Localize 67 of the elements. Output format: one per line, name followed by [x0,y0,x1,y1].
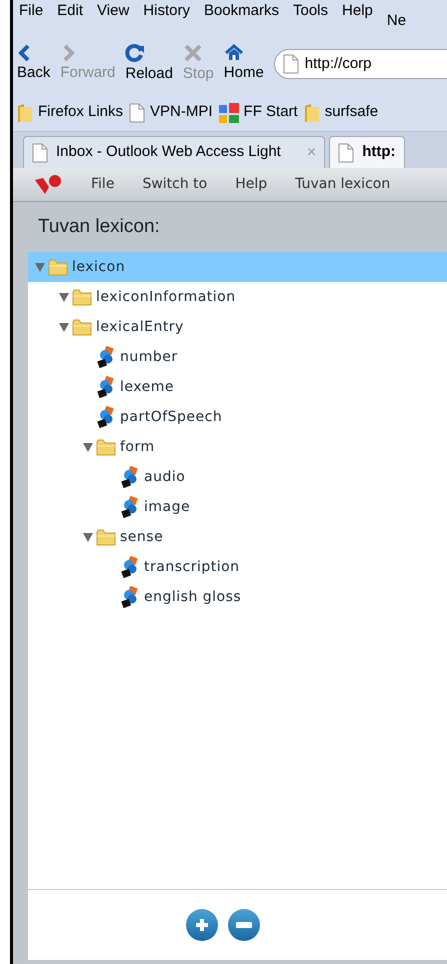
panel-title: Tuvan lexicon: [38,214,160,239]
menu-item[interactable]: History [143,0,190,22]
tree-item-label[interactable]: lexeme [120,376,174,398]
tree-item-label[interactable]: transcription [144,556,240,578]
home-icon [224,44,244,62]
minus-icon [236,922,252,928]
page-icon [282,54,299,74]
menu-item[interactable]: Help [342,0,373,22]
tree-item-label[interactable]: lexicalEntry [96,316,184,338]
element-icon [120,586,140,608]
folder-icon [304,102,320,122]
menu-title-fragment: Ne [386,11,406,31]
tree-item-label[interactable]: image [144,496,190,518]
page-icon [32,142,48,162]
tree-item-label[interactable]: lexicon [72,256,126,278]
remove-button[interactable] [228,909,260,941]
expand-triangle-icon[interactable] [34,261,46,273]
element-icon [96,406,116,428]
page-icon [129,102,146,122]
tree-item-label[interactable]: english gloss [144,586,242,608]
menu-item[interactable]: View [97,0,130,22]
expand-triangle-icon[interactable] [82,441,94,453]
nav-button[interactable]: Home [224,44,264,84]
menu-item[interactable]: File [19,0,44,22]
tree-item-label[interactable]: number [120,346,178,368]
nav-button[interactable]: Reload [125,42,173,86]
nav-button[interactable]: Back [17,44,50,84]
page-icon [338,142,354,162]
bookmark-item[interactable]: surfsafe [304,101,378,124]
folder-icon [17,102,33,122]
element-icon [120,466,140,488]
browser-tab[interactable]: Inbox - Outlook Web Access Light × [23,136,326,168]
browser-tab[interactable]: http: [329,136,404,168]
reload-icon [125,42,146,63]
menu-item[interactable]: Tools [292,0,328,22]
element-icon [120,556,140,578]
stop-icon [182,42,203,63]
folder-icon [72,288,92,306]
expand-triangle-icon[interactable] [58,291,70,303]
tree-item-label[interactable]: lexiconInformation [96,286,236,308]
bookmark-item[interactable]: VPN-MPI [129,101,213,124]
folder-icon [96,528,116,546]
folder-icon [48,258,68,276]
menu-item[interactable]: Bookmarks [204,0,279,22]
colored-squares-icon [218,102,239,122]
add-button[interactable] [186,909,218,941]
tree-item-label[interactable]: form [120,436,155,458]
folder-icon [72,318,92,336]
tree-item-label[interactable]: sense [120,526,164,548]
element-icon [96,376,116,398]
element-icon [120,496,140,518]
element-icon [96,346,116,368]
expand-triangle-icon[interactable] [82,531,94,543]
plus-icon [194,918,208,932]
app-menu-item[interactable]: Help [235,174,268,195]
folder-icon [96,438,116,456]
bookmark-item[interactable]: Firefox Links [17,101,124,124]
expand-triangle-icon[interactable] [58,321,70,333]
menu-item[interactable]: Edit [57,0,84,22]
tree-item-label[interactable]: partOfSpeech [120,406,222,428]
app-menu-item[interactable]: Switch to [142,174,208,195]
bookmark-item[interactable]: FF Start [218,101,298,124]
address-field[interactable]: http://corp [274,49,447,79]
app-menu-item[interactable]: File [91,174,114,195]
app-menu-item[interactable]: Tuvan lexicon [295,174,390,195]
tree-item-label[interactable]: audio [144,466,186,488]
logo-icon [33,174,63,196]
